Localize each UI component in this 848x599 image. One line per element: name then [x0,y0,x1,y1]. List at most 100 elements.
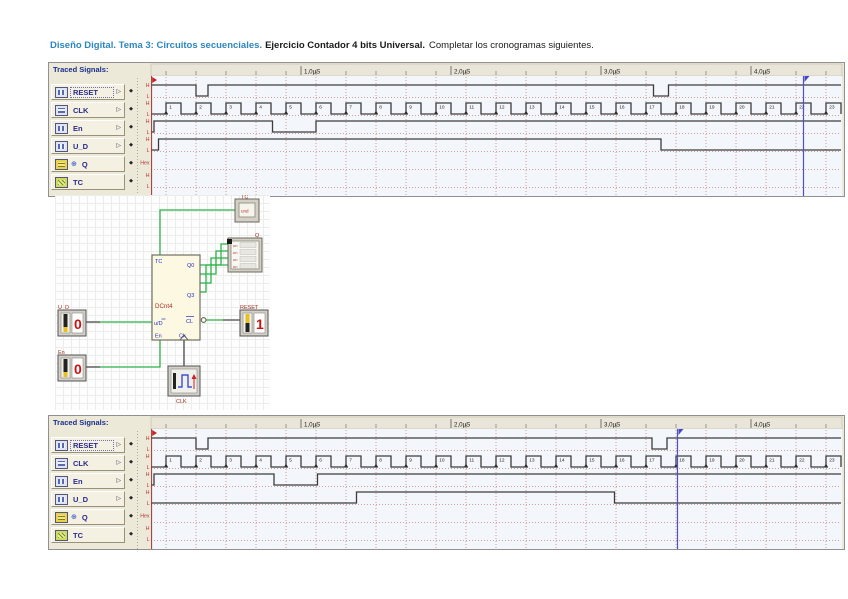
input-signal-icon [55,141,68,152]
svg-text:1,0µS: 1,0µS [304,69,320,76]
signal-arrow-icon: ▷ [116,89,121,95]
signal-label: TC [71,531,121,540]
switch-lever-icon [246,314,250,323]
signal-row-reset[interactable]: RESET▷ [51,437,125,453]
svg-text:3,0µS: 3,0µS [604,69,620,76]
svg-text:21: 21 [769,458,775,464]
svg-text:20: 20 [739,105,745,111]
svg-text:H: H [146,526,150,532]
svg-text:L: L [147,130,150,136]
signal-row-reset[interactable]: RESET▷ [51,84,125,100]
switch-lever-icon [64,327,68,332]
signal-row-clk[interactable]: CLK▷ [51,455,125,471]
bus-signal-icon [55,512,68,523]
svg-text:7: 7 [349,105,352,111]
svg-text:H: H [146,472,150,478]
ud-switch[interactable]: U_D 0 [58,305,86,336]
svg-text:12: 12 [499,105,505,111]
signal-arrow-icon: ▷ [116,143,121,149]
svg-text:3: 3 [229,458,232,464]
svg-text:19: 19 [709,105,715,111]
signal-row-q[interactable]: ⊕Q [51,509,125,525]
pin-en: En [155,334,162,340]
svg-text:2,0µS: 2,0µS [454,69,470,76]
signal-arrow-icon: ▷ [116,107,121,113]
signal-label: RESET [71,88,113,97]
svg-text:8: 8 [379,105,382,111]
ud-value: 0 [74,316,82,332]
probe-signal-icon [55,177,68,188]
en-switch[interactable]: En 0 [58,350,86,381]
signal-arrow-icon: ▷ [116,496,121,502]
signal-row-q[interactable]: ⊕Q [51,156,125,172]
signal-row-en[interactable]: En▷ [51,473,125,489]
signal-row-ud[interactable]: U_D▷ [51,491,125,507]
svg-text:H: H [146,490,150,496]
signal-label: CLK [71,106,113,115]
document-page: { "title": { "course": "Diseño Digital. … [0,0,848,599]
pin-q0: Q0 [187,263,194,269]
svg-text:L: L [147,537,150,543]
svg-text:11: 11 [469,458,474,464]
waveform-area-bottom[interactable]: 1,0µS2,0µS3,0µS4,0µSHLHL1234567891011121… [137,416,844,551]
signal-row-tc[interactable]: TC [51,174,125,190]
signal-row-clk[interactable]: CLK▷ [51,102,125,118]
clock-generator[interactable]: CLK [168,366,200,405]
waveform-svg-bottom: 1,0µS2,0µS3,0µS4,0µSHLHL1234567891011121… [137,416,844,551]
svg-text:5: 5 [289,458,292,464]
title-course: Diseño Digital. Tema 3: Circuitos secuen… [50,40,262,51]
row-marker-icon: ◆ [126,495,136,501]
row-marker-icon: ◆ [126,160,136,166]
q-display: Q un un un un [227,233,262,272]
dcnt4-chip[interactable]: TC Q0 Q3 CL u/D En Ck DCnt4 [152,255,206,340]
svg-text:22: 22 [799,458,805,464]
svg-text:19: 19 [709,458,715,464]
svg-text:23: 23 [829,105,835,111]
svg-text:15: 15 [589,458,595,464]
waveform-svg-top: 1,0µS2,0µS3,0µS4,0µSHLHL1234567891011121… [137,63,844,198]
row-marker-icon: ◆ [126,142,136,148]
circuit-svg: TC Q0 Q3 CL u/D En Ck DCnt4 TC und Q un … [55,195,270,410]
svg-text:10: 10 [439,458,445,464]
row-marker-icon: ◆ [126,477,136,483]
row-marker-icon: ◆ [126,531,136,537]
signal-row-tc[interactable]: TC [51,527,125,543]
row-marker-icon: ◆ [126,124,136,130]
svg-text:7: 7 [349,458,352,464]
svg-text:21: 21 [769,105,775,111]
pin-q3: Q3 [187,293,194,299]
bus-signal-icon [55,159,68,170]
signal-label: TC [71,178,121,187]
signal-arrow-icon: ▷ [116,125,121,131]
waveform-area-top[interactable]: 1,0µS2,0µS3,0µS4,0µSHLHL1234567891011121… [137,63,844,198]
title-instruction: Completar los cronogramas siguientes. [429,40,594,51]
svg-text:13: 13 [529,458,535,464]
svg-text:H: H [146,83,150,89]
svg-text:L: L [147,148,150,154]
signal-row-en[interactable]: En▷ [51,120,125,136]
row-marker-icon: ◆ [126,88,136,94]
timing-panel-bottom: Traced Signals:RESET▷◆CLK▷◆En▷◆U_D▷◆⊕Q◆T… [48,415,845,550]
svg-text:L: L [147,184,150,190]
signal-arrow-icon: ▷ [116,442,121,448]
reset-switch[interactable]: RESET 1 [240,305,268,336]
svg-text:17: 17 [649,458,655,464]
svg-text:4,0µS: 4,0µS [754,69,770,76]
exercise-title: Diseño Digital. Tema 3: Circuitos secuen… [50,40,594,51]
input-signal-icon [55,494,68,505]
tc-probe-value: und [241,209,249,214]
svg-text:H: H [146,436,150,442]
svg-text:1: 1 [169,105,172,111]
signal-row-ud[interactable]: U_D▷ [51,138,125,154]
svg-text:L: L [147,501,150,507]
svg-text:Hex: Hex [140,161,150,167]
signal-label: CLK [71,459,113,468]
svg-text:6: 6 [319,105,322,111]
input-signal-icon [55,476,68,487]
bus-expand-icon: ⊕ [71,161,77,168]
svg-text:L: L [147,94,150,100]
circuit-canvas: TC Q0 Q3 CL u/D En Ck DCnt4 TC und Q un … [55,195,270,410]
pin-ud: u/D [154,321,163,327]
input-signal-icon [55,87,68,98]
traced-signals-header: Traced Signals: [53,65,108,74]
